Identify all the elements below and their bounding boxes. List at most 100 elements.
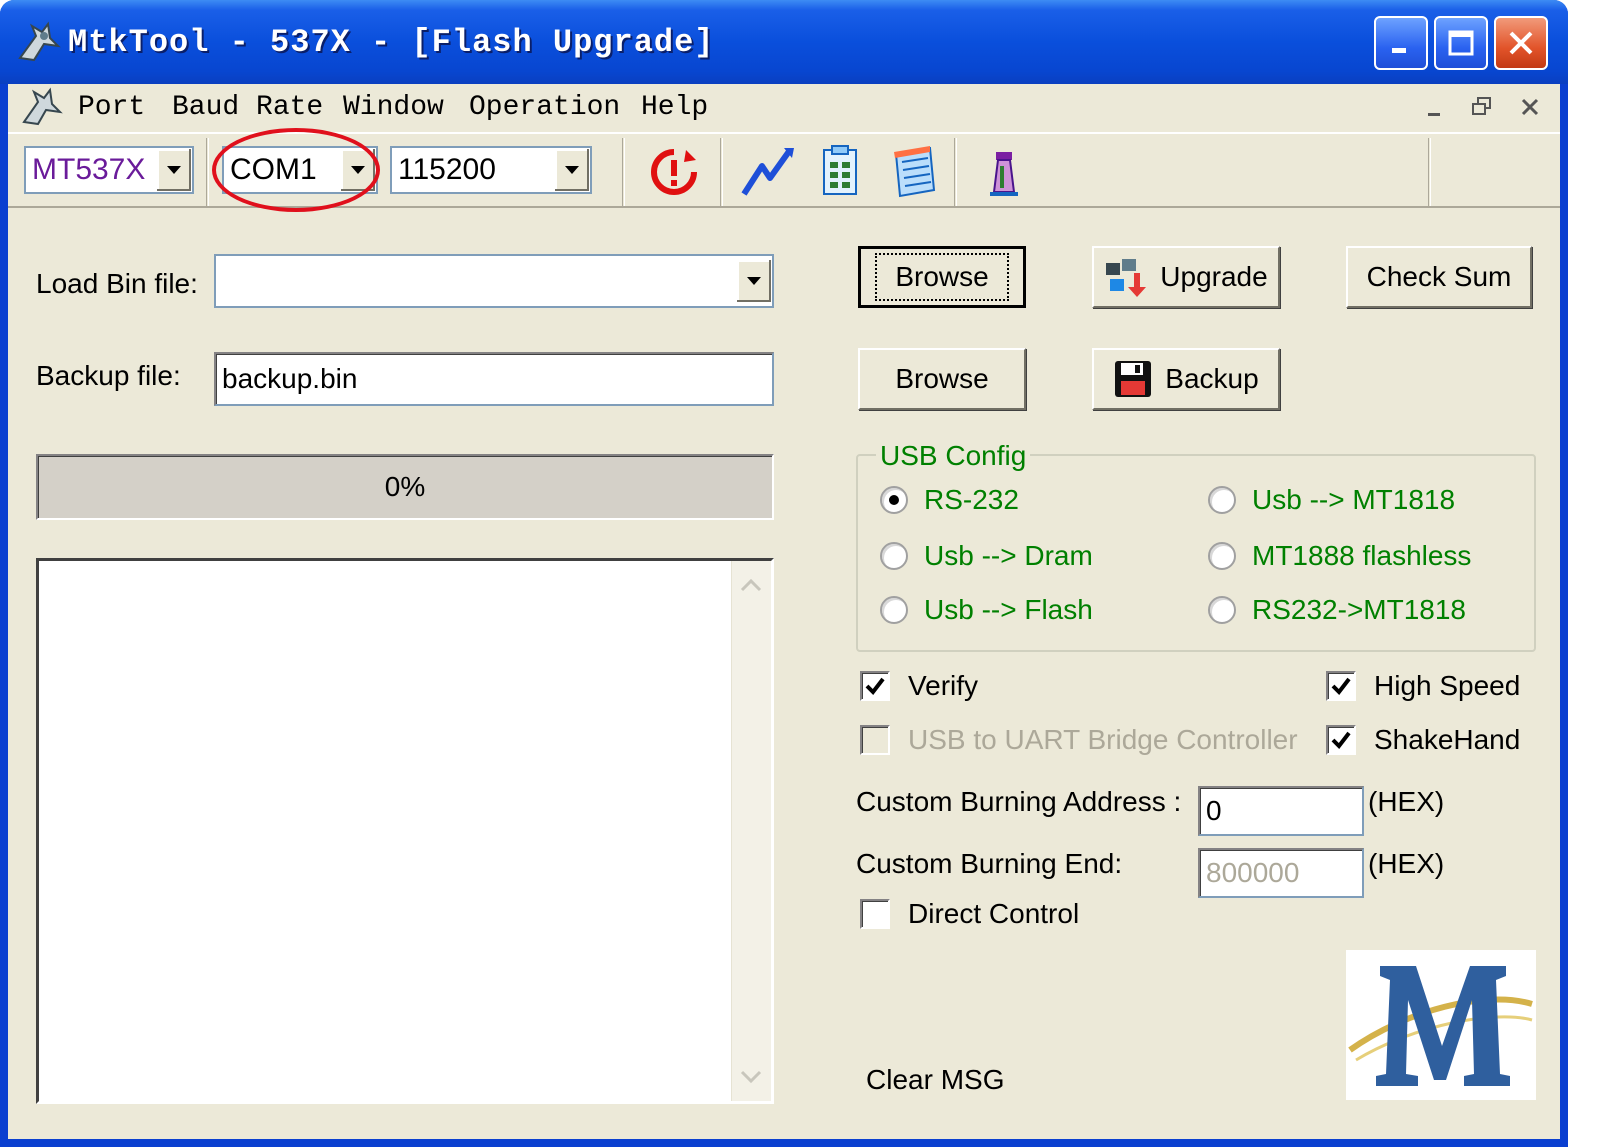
upgrade-icon bbox=[1106, 259, 1147, 297]
radio-label: RS-232 bbox=[924, 484, 1019, 515]
scroll-up-button[interactable] bbox=[734, 565, 768, 605]
menu-help[interactable]: Help bbox=[641, 92, 708, 123]
chip-select-value: MT537X bbox=[32, 153, 146, 186]
verify-checkbox[interactable]: Verify bbox=[860, 670, 978, 702]
high-speed-label: High Speed bbox=[1374, 670, 1521, 701]
checkbox-box[interactable] bbox=[1326, 725, 1356, 755]
message-log[interactable] bbox=[36, 558, 774, 1104]
toolbar-separator bbox=[622, 138, 625, 206]
check-sum-label: Check Sum bbox=[1366, 261, 1512, 292]
title-bar[interactable]: MtkTool - 537X - [Flash Upgrade] bbox=[0, 0, 1568, 84]
load-bin-select[interactable] bbox=[214, 254, 774, 308]
radio-usb-dram[interactable]: Usb --> Dram bbox=[880, 540, 1093, 572]
radio-rs232[interactable]: RS-232 bbox=[880, 484, 1019, 516]
notepad-icon[interactable] bbox=[886, 144, 942, 200]
toolbar-separator bbox=[206, 138, 209, 206]
high-speed-checkbox[interactable]: High Speed bbox=[1326, 670, 1520, 702]
toolbar-separator bbox=[1428, 138, 1431, 206]
minimize-button[interactable] bbox=[1374, 16, 1428, 70]
radio-button[interactable] bbox=[880, 596, 908, 624]
radio-button[interactable] bbox=[1208, 596, 1236, 624]
custom-end-input: 800000 bbox=[1198, 848, 1364, 898]
backup-button[interactable]: Backup bbox=[1092, 348, 1280, 410]
document-app-icon bbox=[22, 87, 63, 126]
chip-icon[interactable] bbox=[814, 144, 870, 200]
chevron-down-icon[interactable] bbox=[553, 149, 589, 191]
maximize-button[interactable] bbox=[1434, 16, 1488, 70]
toolbar-separator bbox=[720, 138, 723, 206]
tower-icon[interactable] bbox=[976, 144, 1032, 200]
radio-label: RS232->MT1818 bbox=[1252, 594, 1467, 625]
browse-bin-label: Browse bbox=[875, 253, 1009, 301]
radio-label: Usb --> Dram bbox=[924, 540, 1093, 571]
radio-button[interactable] bbox=[1208, 542, 1236, 570]
chevron-up-icon bbox=[740, 578, 762, 592]
mdi-close-button[interactable] bbox=[1512, 90, 1548, 124]
window-title: MtkTool - 537X - [Flash Upgrade] bbox=[68, 24, 715, 61]
checkbox-box[interactable] bbox=[1326, 671, 1356, 701]
upgrade-label: Upgrade bbox=[1160, 261, 1268, 292]
baud-select[interactable]: 115200 bbox=[390, 146, 592, 194]
backup-file-input[interactable]: backup.bin bbox=[214, 352, 774, 406]
hex-label-end: (HEX) bbox=[1368, 848, 1445, 879]
floppy-disk-icon bbox=[1115, 361, 1152, 397]
radio-button[interactable] bbox=[880, 486, 908, 514]
custom-address-input[interactable]: 0 bbox=[1198, 786, 1364, 836]
chip-select[interactable]: MT537X bbox=[24, 146, 194, 194]
signal-icon[interactable] bbox=[740, 144, 796, 200]
chevron-down-icon[interactable] bbox=[339, 149, 375, 191]
port-select-value: COM1 bbox=[230, 153, 317, 186]
radio-button[interactable] bbox=[880, 542, 908, 570]
app-icon bbox=[18, 21, 61, 62]
browse-bin-button[interactable]: Browse bbox=[858, 246, 1026, 308]
verify-label: Verify bbox=[908, 670, 979, 701]
upgrade-button[interactable]: Upgrade bbox=[1092, 246, 1280, 308]
toolbar: MT537X COM1 115200 bbox=[8, 132, 1560, 208]
restore-icon bbox=[1472, 97, 1491, 115]
usb-config-title: USB Config bbox=[876, 440, 1031, 472]
radio-button[interactable] bbox=[1208, 486, 1236, 514]
hex-label-address: (HEX) bbox=[1368, 786, 1445, 817]
radio-usb-mt1818[interactable]: Usb --> MT1818 bbox=[1208, 484, 1455, 516]
usb-uart-checkbox: USB to UART Bridge Controller bbox=[860, 724, 1298, 756]
menu-window[interactable]: Window bbox=[343, 92, 444, 123]
port-select[interactable]: COM1 bbox=[222, 146, 378, 194]
close-button[interactable] bbox=[1494, 16, 1548, 70]
menu-baud-rate[interactable]: Baud Rate bbox=[172, 92, 323, 123]
progress-text: 0% bbox=[384, 471, 426, 502]
menu-port[interactable]: Port bbox=[78, 92, 145, 123]
direct-control-checkbox[interactable]: Direct Control bbox=[860, 898, 1079, 930]
scroll-down-button[interactable] bbox=[734, 1057, 768, 1097]
shakehand-label: ShakeHand bbox=[1374, 724, 1521, 755]
shakehand-checkbox[interactable]: ShakeHand bbox=[1326, 724, 1520, 756]
radio-mt1888-flashless[interactable]: MT1888 flashless bbox=[1208, 540, 1471, 572]
client-area: Port Baud Rate Window Operation Help MT5… bbox=[8, 84, 1560, 1139]
custom-address-label: Custom Burning Address : bbox=[856, 786, 1182, 817]
menu-operation[interactable]: Operation bbox=[469, 92, 620, 123]
browse-backup-label: Browse bbox=[895, 363, 989, 394]
clear-msg-button[interactable]: Clear MSG bbox=[866, 1064, 1004, 1096]
chevron-down-icon[interactable] bbox=[735, 260, 771, 302]
m-logo-icon bbox=[1346, 950, 1536, 1100]
mdi-minimize-button[interactable] bbox=[1416, 90, 1452, 124]
log-scrollbar[interactable] bbox=[731, 561, 771, 1101]
chevron-down-icon bbox=[740, 1070, 762, 1084]
radio-usb-flash[interactable]: Usb --> Flash bbox=[880, 594, 1093, 626]
close-icon bbox=[1509, 31, 1533, 55]
browse-backup-button[interactable]: Browse bbox=[858, 348, 1026, 410]
checkbox-box[interactable] bbox=[860, 671, 890, 701]
stop-icon[interactable] bbox=[646, 144, 702, 200]
radio-label: Usb --> Flash bbox=[924, 594, 1093, 625]
mdi-restore-button[interactable] bbox=[1464, 90, 1500, 124]
check-sum-button[interactable]: Check Sum bbox=[1346, 246, 1532, 308]
usb-uart-label: USB to UART Bridge Controller bbox=[908, 724, 1298, 755]
progress-bar: 0% bbox=[36, 454, 774, 520]
minimize-icon bbox=[1428, 113, 1440, 116]
backup-label: Backup bbox=[1165, 363, 1259, 394]
checkbox-box[interactable] bbox=[860, 899, 890, 929]
radio-rs232-mt1818[interactable]: RS232->MT1818 bbox=[1208, 594, 1466, 626]
menu-bar: Port Baud Rate Window Operation Help bbox=[8, 84, 1560, 130]
chevron-down-icon[interactable] bbox=[155, 149, 191, 191]
baud-select-value: 115200 bbox=[398, 153, 496, 186]
custom-end-label: Custom Burning End: bbox=[856, 848, 1123, 879]
